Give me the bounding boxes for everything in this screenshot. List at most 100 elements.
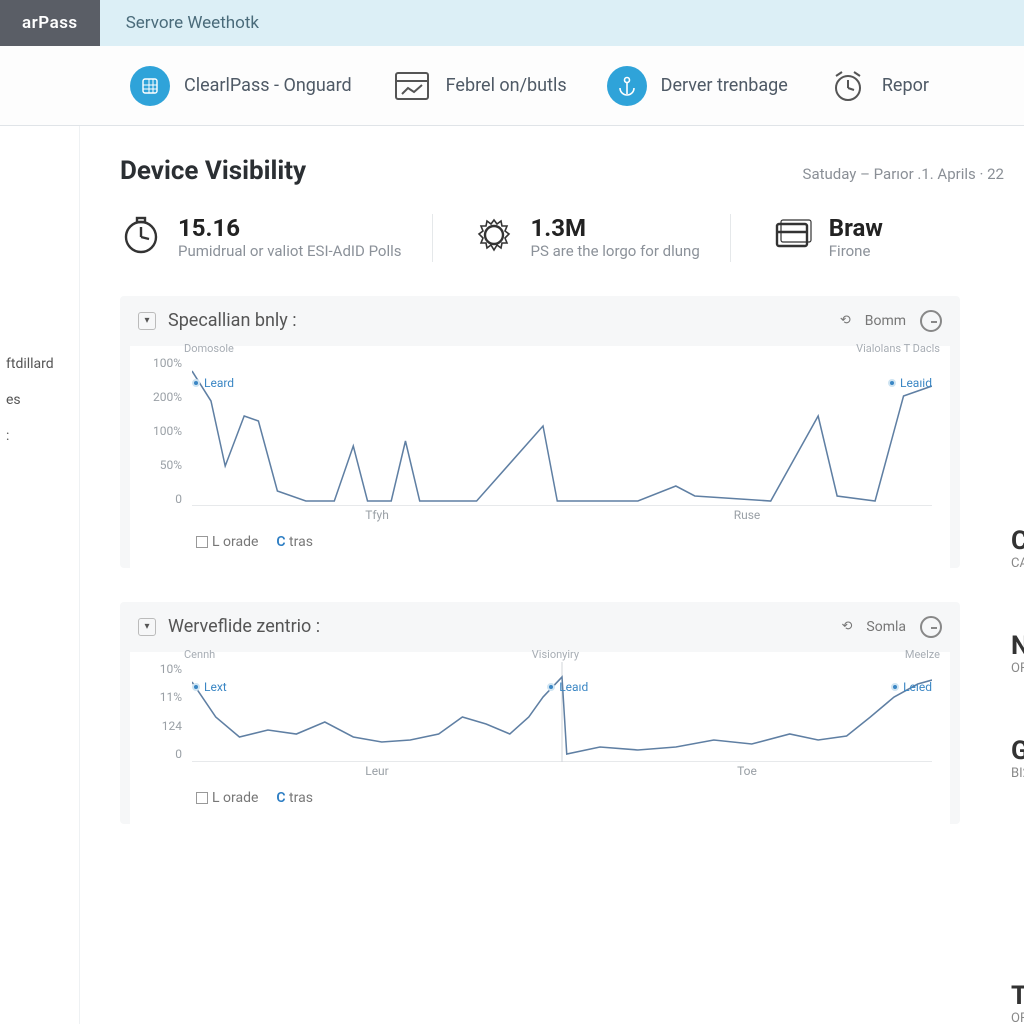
- gear-icon: [473, 214, 515, 256]
- rc-sub: CA: [1011, 556, 1024, 571]
- rc-item: T: [1011, 981, 1024, 1011]
- series-label: Leaıid: [900, 376, 932, 390]
- sidebar-label: :: [6, 428, 9, 444]
- chart-specallian: Domosole Vialolans T Dacls 100% 200% 100…: [130, 346, 950, 568]
- legend-label: tras: [289, 534, 313, 550]
- main: Device Visibility Satuday – Parıor .1. A…: [80, 126, 1024, 1024]
- refresh-icon[interactable]: ⟲: [840, 313, 851, 328]
- chart-tag: Cennh: [184, 648, 215, 661]
- panel-title: Specallian bnly :: [168, 310, 297, 331]
- clock-icon[interactable]: [920, 616, 942, 638]
- stat-2: Braw Firone: [771, 214, 913, 262]
- series-label: Lext: [204, 680, 227, 694]
- sidebar-label: es: [6, 392, 21, 408]
- legend-label: L orade: [212, 534, 258, 550]
- y-tick: 100%: [142, 424, 182, 438]
- card-icon: [771, 214, 813, 256]
- x-tick: Leur: [192, 764, 562, 782]
- x-axis: Leur Toe: [192, 764, 932, 782]
- stat-value: Braw: [829, 214, 883, 242]
- refresh-label: Bomm: [865, 313, 906, 329]
- series-label: Leıed: [903, 680, 932, 694]
- nav-strip: ClearlPass - Onguard Febrel on/butls Der…: [0, 46, 1024, 126]
- x-axis: Tfyh Ruse: [192, 508, 932, 526]
- page-title-text: Device Visibility: [120, 156, 306, 186]
- series-label: Leaıd: [559, 680, 588, 694]
- page-date-text: Satuday – Parıor .1. Aprils · 22: [803, 165, 1004, 183]
- stat-value: 1.3M: [531, 214, 700, 242]
- page-date: Satuday – Parıor .1. Aprils · 22: [803, 165, 1004, 183]
- panel-title: Werveflide zentrio :: [168, 616, 320, 637]
- stat-value: 15.16: [178, 214, 402, 242]
- sidebar-item-2[interactable]: :: [0, 418, 79, 454]
- stat-1: 1.3M PS are the lorgo for dlung: [473, 214, 731, 262]
- collapse-toggle[interactable]: ▾: [138, 618, 156, 636]
- panel-specallian: ▾ Specallian bnly : ⟲ Bomm Domosole Vial…: [120, 296, 960, 568]
- nav-label: Febrel on/butls: [446, 75, 567, 96]
- brand-tab[interactable]: arPass: [0, 0, 100, 46]
- clock-icon[interactable]: [920, 310, 942, 332]
- legend-item[interactable]: L orade: [196, 790, 258, 806]
- refresh-label: Somla: [866, 619, 906, 635]
- anchor-icon: [607, 66, 647, 106]
- panel-werveflide: ▾ Werveflide zentrio : ⟲ Somla Cennh Vis…: [120, 602, 960, 824]
- stat-sub: Pumidrual or valiot ESI-AdID Polls: [178, 242, 402, 262]
- y-tick: 0: [142, 492, 182, 506]
- nav-item-derver[interactable]: Derver trenbage: [607, 66, 788, 106]
- rc-sub: OR: [1011, 661, 1024, 676]
- chart-legend: L orade C tras: [142, 782, 938, 816]
- y-tick: 50%: [142, 458, 182, 472]
- legend-label: tras: [289, 790, 313, 806]
- nav-item-report[interactable]: Repor: [828, 66, 929, 106]
- series-label: Leard: [204, 376, 234, 390]
- legend-item[interactable]: C tras: [276, 534, 313, 550]
- stat-row: 15.16 Pumidrual or valiot ESI-AdID Polls…: [120, 214, 1024, 262]
- x-tick: Tfyh: [192, 508, 562, 526]
- nav-label: Derver trenbage: [661, 75, 788, 96]
- chart-tag: Domosole: [184, 342, 234, 355]
- nav-label: Repor: [882, 75, 929, 96]
- collapse-toggle[interactable]: ▾: [138, 312, 156, 330]
- y-tick: 100%: [142, 356, 182, 370]
- page-title: Device Visibility: [120, 156, 306, 186]
- y-tick: 0: [142, 747, 182, 761]
- layout: ftdillard es : Device Visibility Satuday…: [0, 126, 1024, 1024]
- y-tick: 124: [142, 719, 182, 733]
- rc-sub: BI2: [1011, 766, 1024, 781]
- alarm-clock-icon: [828, 66, 868, 106]
- nav-label: ClearlPass - Onguard: [184, 75, 352, 96]
- stat-sub: PS are the lorgo for dlung: [531, 242, 700, 262]
- y-axis: 100% 200% 100% 50% 0: [142, 356, 188, 506]
- clock-icon: [120, 214, 162, 256]
- legend-item[interactable]: C tras: [276, 790, 313, 806]
- nav-item-onguard[interactable]: ClearlPass - Onguard: [130, 66, 352, 106]
- y-tick: 11%: [142, 690, 182, 704]
- stat-sub: Firone: [829, 242, 883, 262]
- refresh-icon[interactable]: ⟲: [842, 619, 853, 634]
- y-tick: 10%: [142, 662, 182, 676]
- rc-item: G: [1011, 736, 1024, 766]
- chart-legend: L orade C tras: [142, 526, 938, 560]
- rc-item: N: [1011, 631, 1024, 661]
- sidebar-item-0[interactable]: ftdillard: [0, 346, 79, 382]
- nav-item-febrel[interactable]: Febrel on/butls: [392, 66, 567, 106]
- x-tick: Toe: [562, 764, 932, 782]
- plot-area[interactable]: Lext Leaıd Leıed: [192, 662, 932, 762]
- window-chart-icon: [392, 66, 432, 106]
- topbar-title-text: Servore Weethotk: [126, 13, 259, 33]
- sidebar-item-1[interactable]: es: [0, 382, 79, 418]
- legend-item[interactable]: L orade: [196, 534, 258, 550]
- plot-area[interactable]: Leard Leaıid: [192, 356, 932, 506]
- sidebar: ftdillard es :: [0, 126, 80, 1024]
- sidebar-label: ftdillard: [6, 356, 54, 372]
- x-tick: Ruse: [562, 508, 932, 526]
- topbar: arPass Servore Weethotk: [0, 0, 1024, 46]
- brand-label: arPass: [22, 13, 78, 33]
- chart-tag: Visionyiry: [532, 648, 579, 661]
- y-axis: 10% 11% 124 0: [142, 662, 188, 762]
- chart-tag: Meelze: [905, 648, 940, 661]
- topbar-title: Servore Weethotk: [100, 0, 285, 46]
- grid-icon: [130, 66, 170, 106]
- rc-item: C: [1011, 526, 1024, 556]
- y-tick: 200%: [142, 390, 182, 404]
